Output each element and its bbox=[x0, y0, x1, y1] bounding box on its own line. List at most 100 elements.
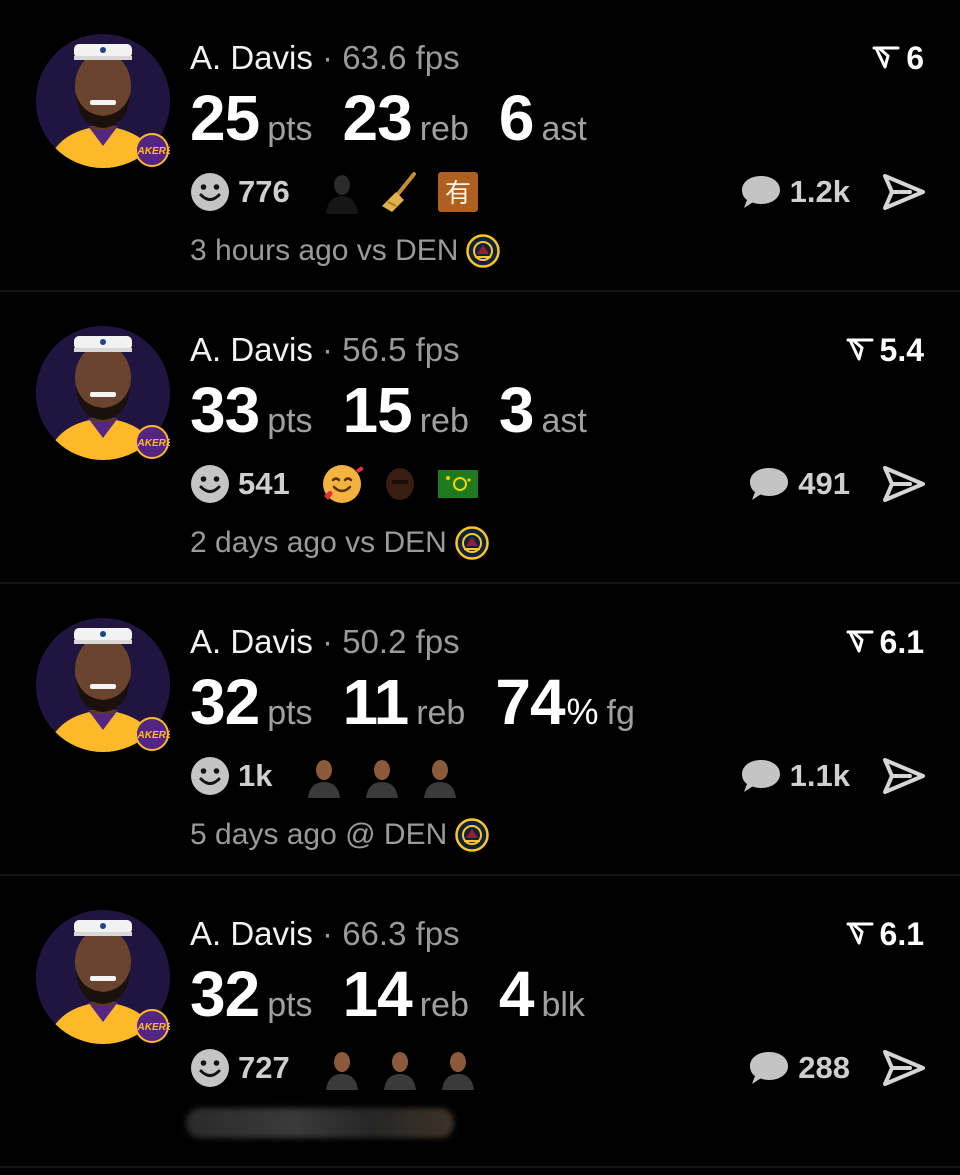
stat-ast: 3 ast bbox=[499, 374, 587, 446]
svg-text:LAKERS: LAKERS bbox=[131, 438, 170, 449]
rating-badge[interactable]: 5.4 bbox=[846, 330, 924, 370]
person-photo-icon[interactable] bbox=[302, 754, 346, 798]
reactions[interactable]: 541 bbox=[190, 462, 494, 506]
stat-unit: reb bbox=[419, 986, 469, 1024]
stat-value: 11 bbox=[342, 666, 410, 738]
rating-value: 6.1 bbox=[879, 916, 924, 952]
game-meta: 5 days ago @ DEN bbox=[190, 816, 489, 854]
stat-line: 25 pts 23 reb 6 ast bbox=[190, 82, 617, 154]
svg-text:LAKERS: LAKERS bbox=[131, 730, 170, 741]
stat-unit: ast bbox=[541, 402, 587, 440]
fantasy-points: 50.2 fps bbox=[342, 623, 460, 660]
stat-unit: reb bbox=[419, 110, 469, 148]
person-icon[interactable] bbox=[320, 170, 364, 214]
comments-button[interactable]: 1.1k bbox=[740, 754, 850, 798]
share-icon[interactable] bbox=[882, 1048, 926, 1088]
stat-ast: 6 ast bbox=[499, 82, 587, 154]
player-avatar[interactable]: LAKERS bbox=[36, 618, 170, 752]
stat-reb: 15 reb bbox=[343, 374, 469, 446]
comment-count: 1.2k bbox=[789, 174, 850, 209]
smiley-icon[interactable] bbox=[190, 1048, 230, 1088]
smiley-icon[interactable] bbox=[190, 172, 230, 212]
player-avatar[interactable]: LAKERS bbox=[36, 326, 170, 460]
game-time-opponent: 5 days ago @ DEN bbox=[190, 818, 448, 851]
stat-value: 14 bbox=[342, 958, 413, 1030]
filter-icon bbox=[846, 629, 874, 655]
rating-badge[interactable]: 6 bbox=[872, 38, 924, 78]
comments-button[interactable]: 288 bbox=[748, 1046, 850, 1090]
stat-pts: 33 pts bbox=[190, 374, 313, 446]
player-avatar[interactable]: LAKERS bbox=[36, 910, 170, 1044]
share-icon[interactable] bbox=[882, 756, 926, 796]
game-card[interactable]: LAKERS A. Davis · 63.6 fps 6 25 pts 23 r… bbox=[0, 0, 960, 292]
card-header: A. Davis · 63.6 fps bbox=[190, 38, 460, 78]
person-photo-icon[interactable] bbox=[378, 1046, 422, 1090]
stat-unit: fg bbox=[606, 694, 635, 732]
comment-bubble-icon bbox=[740, 173, 782, 211]
player-name[interactable]: A. Davis bbox=[190, 915, 313, 952]
nuggets-logo-icon bbox=[455, 818, 489, 852]
stat-unit: pts bbox=[267, 110, 313, 148]
smiling-face-hearts-icon[interactable] bbox=[320, 462, 364, 506]
fantasy-points: 56.5 fps bbox=[342, 331, 460, 368]
stat-pts: 32 pts bbox=[190, 666, 313, 738]
kanji-you-icon[interactable]: 有 bbox=[436, 170, 480, 214]
stat-unit: reb bbox=[416, 694, 466, 732]
separator-dot: · bbox=[312, 915, 343, 952]
person-photo-icon[interactable] bbox=[360, 754, 404, 798]
stat-pts: 32 pts bbox=[190, 958, 313, 1030]
comments-button[interactable]: 491 bbox=[748, 462, 850, 506]
player-name[interactable]: A. Davis bbox=[190, 39, 313, 76]
stat-unit: pts bbox=[267, 694, 313, 732]
stat-line: 32 pts 14 reb 4 blk bbox=[190, 958, 615, 1030]
comment-count: 288 bbox=[798, 1050, 850, 1085]
player-name[interactable]: A. Davis bbox=[190, 623, 313, 660]
reactions[interactable]: 776 有 bbox=[190, 170, 494, 214]
flag-icon[interactable] bbox=[436, 462, 480, 506]
card-header: A. Davis · 56.5 fps bbox=[190, 330, 460, 370]
rating-badge[interactable]: 6.1 bbox=[846, 914, 924, 954]
stat-unit: ast bbox=[541, 110, 587, 148]
comment-count: 1.1k bbox=[789, 758, 850, 793]
rating-value: 6.1 bbox=[879, 624, 924, 660]
game-time-opponent: 2 days ago vs DEN bbox=[190, 526, 447, 559]
comments-button[interactable]: 1.2k bbox=[740, 170, 850, 214]
person-photo-icon[interactable] bbox=[436, 1046, 480, 1090]
smiley-icon[interactable] bbox=[190, 756, 230, 796]
card-header: A. Davis · 50.2 fps bbox=[190, 622, 460, 662]
stat-value: 74 bbox=[495, 666, 565, 738]
reaction-count: 727 bbox=[238, 1050, 290, 1085]
share-icon[interactable] bbox=[882, 464, 926, 504]
reactions[interactable]: 727 bbox=[190, 1046, 494, 1090]
rating-value: 5.4 bbox=[879, 332, 924, 368]
stat-unit: pts bbox=[267, 402, 313, 440]
stat-line: 32 pts 11 reb 74% fg bbox=[190, 666, 665, 738]
broom-icon[interactable] bbox=[378, 170, 422, 214]
game-card[interactable]: LAKERS A. Davis · 66.3 fps 6.1 32 pts 14… bbox=[0, 876, 960, 1168]
rating-badge[interactable]: 6.1 bbox=[846, 622, 924, 662]
comment-bubble-icon bbox=[740, 757, 782, 795]
stat-unit: pts bbox=[267, 986, 313, 1024]
person-photo-icon[interactable] bbox=[320, 1046, 364, 1090]
stat-value: 25 bbox=[190, 82, 260, 154]
stat-line: 33 pts 15 reb 3 ast bbox=[190, 374, 617, 446]
separator-dot: · bbox=[312, 39, 343, 76]
reaction-count: 776 bbox=[238, 174, 290, 209]
face-photo-icon[interactable] bbox=[378, 462, 422, 506]
filter-icon bbox=[872, 45, 900, 71]
comment-bubble-icon bbox=[748, 465, 790, 503]
game-card[interactable]: LAKERS A. Davis · 56.5 fps 5.4 33 pts 15… bbox=[0, 292, 960, 584]
player-avatar[interactable]: LAKERS bbox=[36, 34, 170, 168]
filter-icon bbox=[846, 337, 874, 363]
person-photo-icon[interactable] bbox=[418, 754, 462, 798]
player-name[interactable]: A. Davis bbox=[190, 331, 313, 368]
smiley-icon[interactable] bbox=[190, 464, 230, 504]
reactions[interactable]: 1k bbox=[190, 754, 476, 798]
comment-count: 491 bbox=[798, 466, 850, 501]
filter-icon bbox=[846, 921, 874, 947]
rating-value: 6 bbox=[906, 40, 924, 76]
separator-dot: · bbox=[312, 331, 343, 368]
game-card[interactable]: LAKERS A. Davis · 50.2 fps 6.1 32 pts 11… bbox=[0, 584, 960, 876]
svg-text:LAKERS: LAKERS bbox=[131, 146, 170, 157]
share-icon[interactable] bbox=[882, 172, 926, 212]
